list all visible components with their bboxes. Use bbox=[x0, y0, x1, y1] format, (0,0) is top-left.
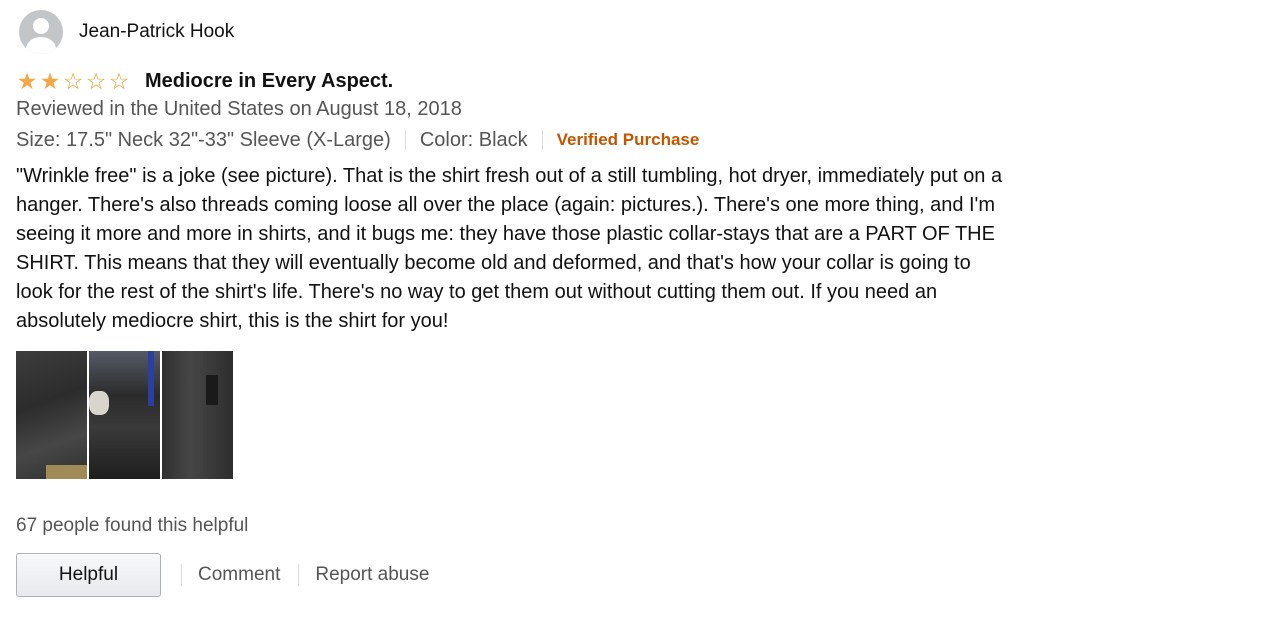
size-label[interactable]: Size: 17.5" Neck 32"-33" Sleeve (X-Large… bbox=[16, 129, 391, 152]
divider bbox=[404, 130, 406, 150]
star-empty-icon: ☆ bbox=[108, 67, 130, 94]
review-image-thumbnail[interactable] bbox=[89, 351, 160, 479]
user-silhouette-icon bbox=[33, 18, 49, 34]
avatar[interactable] bbox=[19, 10, 63, 54]
star-filled-icon: ★ bbox=[16, 67, 38, 94]
user-silhouette-body bbox=[26, 37, 56, 54]
helpful-count: 67 people found this helpful bbox=[16, 515, 249, 536]
review-image-thumbnail[interactable] bbox=[16, 351, 87, 479]
divider bbox=[541, 130, 543, 150]
reviewer-profile[interactable]: Jean-Patrick Hook bbox=[16, 10, 1016, 54]
review-card: Jean-Patrick Hook ★ ★ ☆ ☆ ☆ Mediocre in Ever… bbox=[16, 10, 1016, 597]
review-date: Reviewed in the United States on August … bbox=[16, 98, 462, 120]
verified-purchase-badge: Verified Purchase bbox=[556, 130, 700, 149]
review-image-thumbnail[interactable] bbox=[162, 351, 233, 479]
review-title-row: ★ ★ ☆ ☆ ☆ Mediocre in Every Aspect. bbox=[16, 68, 1016, 94]
review-body-text: "Wrinkle free" is a joke (see picture). … bbox=[16, 165, 1003, 332]
divider bbox=[298, 564, 300, 586]
helpful-button[interactable]: Helpful bbox=[16, 553, 161, 597]
color-label[interactable]: Color: Black bbox=[420, 129, 528, 152]
comment-link[interactable]: Comment bbox=[198, 564, 280, 586]
report-abuse-link[interactable]: Report abuse bbox=[315, 564, 429, 586]
review-title[interactable]: Mediocre in Every Aspect. bbox=[145, 70, 393, 93]
star-empty-icon: ☆ bbox=[85, 67, 107, 94]
divider bbox=[181, 564, 182, 586]
review-actions: Helpful Comment Report abuse bbox=[16, 553, 1016, 597]
star-empty-icon: ☆ bbox=[62, 67, 84, 94]
review-text: "Wrinkle free" is a joke (see picture). … bbox=[16, 162, 1006, 336]
product-format-row: Size: 17.5" Neck 32"-33" Sleeve (X-Large… bbox=[16, 126, 1016, 154]
reviewer-name[interactable]: Jean-Patrick Hook bbox=[79, 21, 234, 43]
star-rating[interactable]: ★ ★ ☆ ☆ ☆ bbox=[16, 67, 130, 94]
star-filled-icon: ★ bbox=[39, 67, 61, 94]
review-images bbox=[16, 351, 1016, 479]
